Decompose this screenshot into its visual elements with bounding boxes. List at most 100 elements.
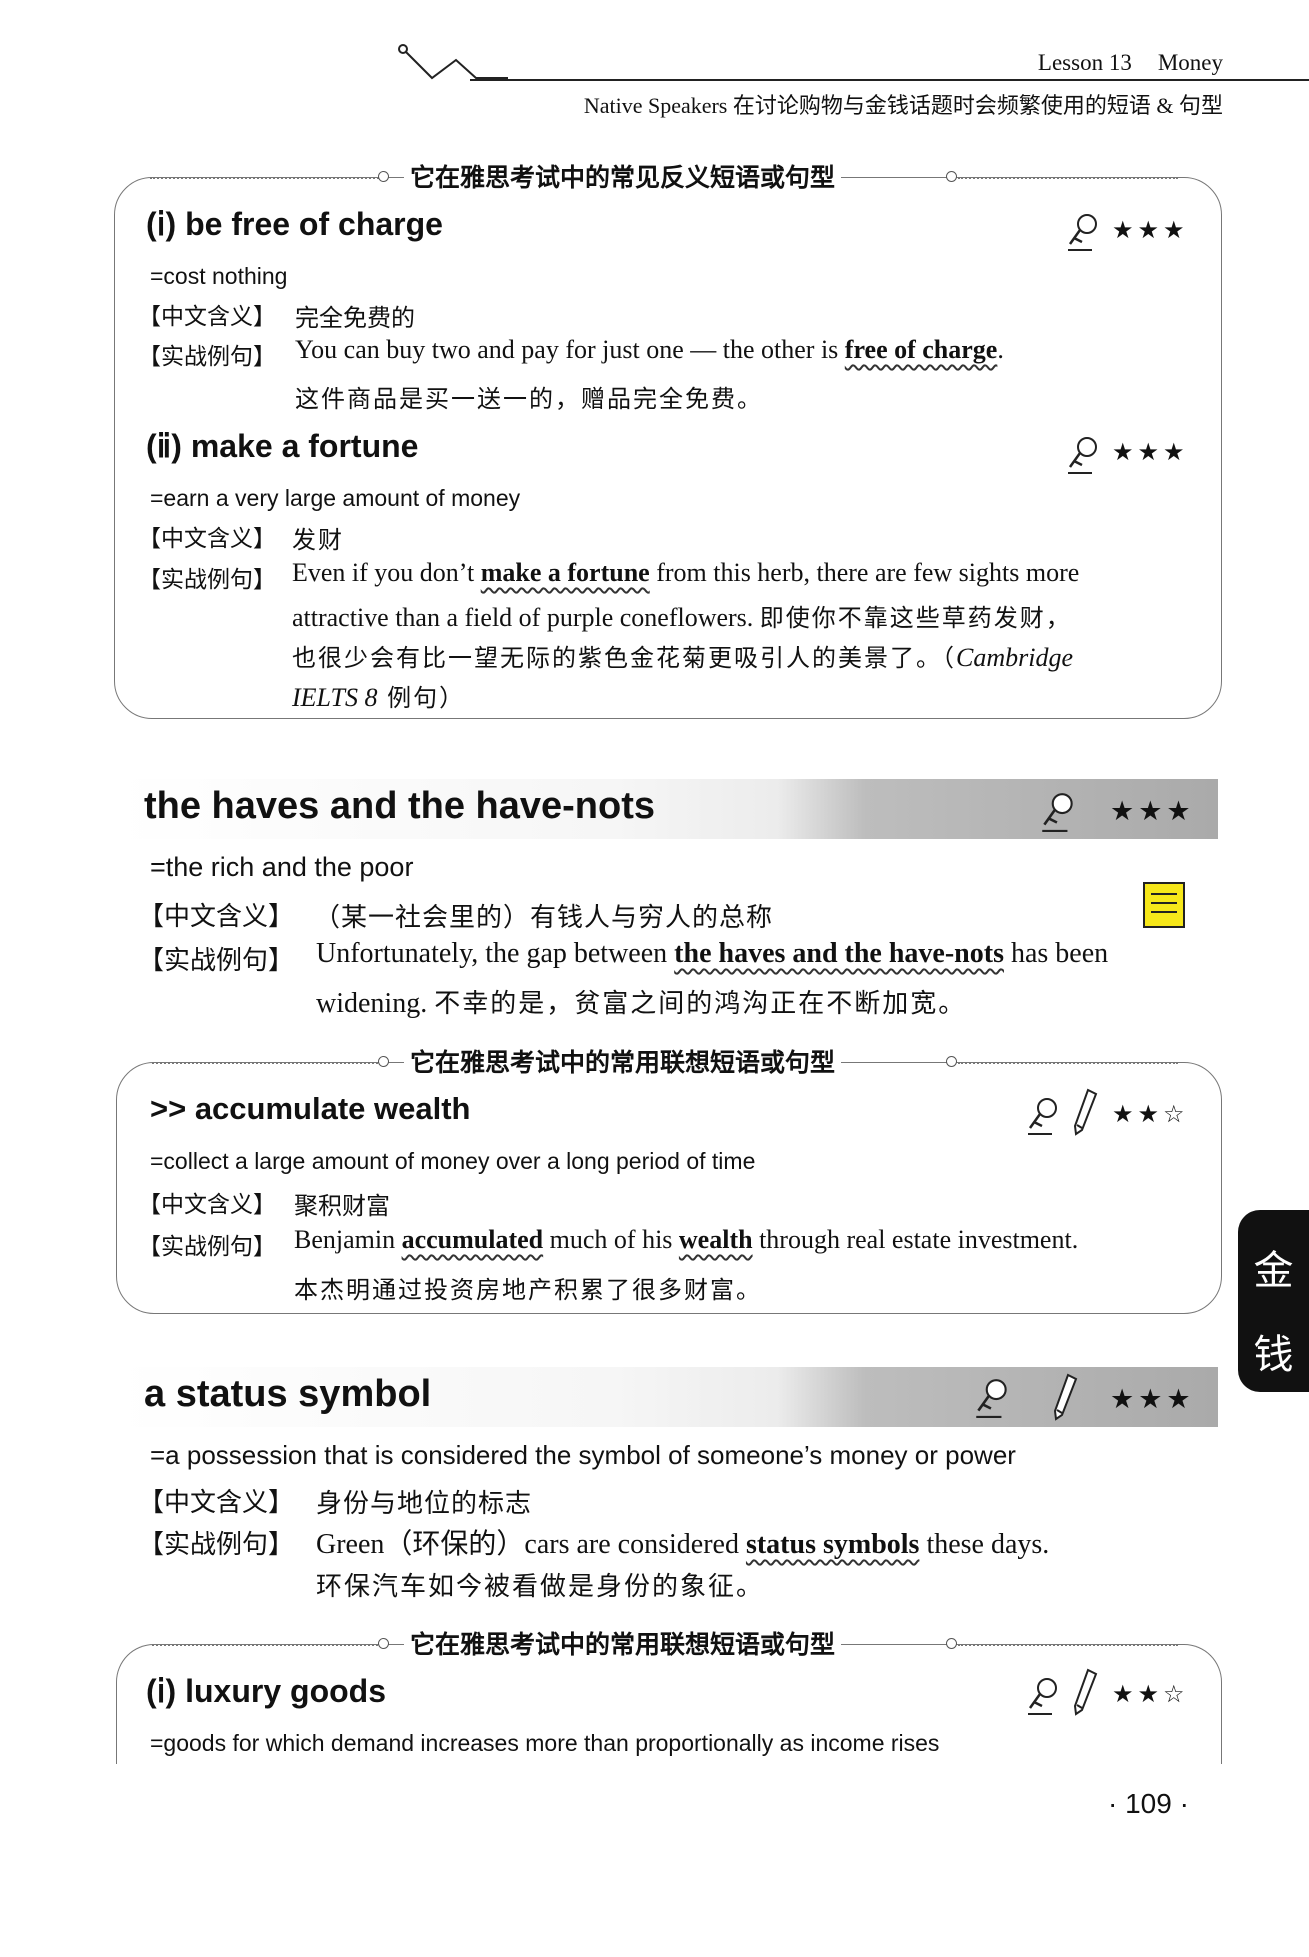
zh-meaning-label: 【中文含义】 xyxy=(138,304,276,330)
chapter-side-tab[interactable]: 金 钱 xyxy=(1238,1210,1309,1392)
box-title-dot-left xyxy=(378,1056,389,1067)
lesson-topic: Money xyxy=(1157,50,1223,75)
zh-meaning-label: 【中文含义】 xyxy=(138,902,295,932)
box-title-dotline-right xyxy=(958,1062,1178,1064)
example-text-end: has been xyxy=(1003,938,1109,969)
page-number: · 109 · xyxy=(1108,1788,1189,1819)
box-title-dot-right xyxy=(946,1056,957,1067)
example-sentence-line4: IELTS 8 例句） xyxy=(292,678,465,713)
zh-meaning: 聚积财富 xyxy=(294,1192,390,1220)
rating-stars: ★★★ xyxy=(1112,216,1189,244)
example-keyword: accumulated xyxy=(401,1225,544,1254)
example-sentence-line2: attractive than a field of purple conefl… xyxy=(292,598,1072,633)
zh-meaning-label: 【中文含义】 xyxy=(138,1192,276,1218)
lesson-label: Lesson 13 xyxy=(1037,50,1132,75)
example-label: 【实战例句】 xyxy=(138,1234,276,1260)
example-source: Cambridge xyxy=(956,643,1073,672)
association-box-title: 它在雅思考试中的常用联想短语或句型 xyxy=(404,1043,842,1079)
box-title-dot-left xyxy=(378,1638,389,1649)
example-label: 【实战例句】 xyxy=(138,1530,295,1560)
item-number: (ⅱ) xyxy=(146,428,182,464)
box-title-dotline-left xyxy=(152,1062,386,1064)
box-title-dotline-right xyxy=(958,177,1178,179)
pencil-icon xyxy=(1053,1373,1078,1421)
example-text: You can buy two and pay for just one — t… xyxy=(295,335,845,364)
box-title-dotline-right xyxy=(958,1644,1178,1646)
example-keyword: free of charge xyxy=(844,335,998,364)
example-keyword: make a fortune xyxy=(480,558,650,587)
zh-meaning: （某一社会里的）有钱人与穷人的总称 xyxy=(314,903,774,933)
example-text-end: . xyxy=(997,335,1004,364)
example-text-end: through real estate investment. xyxy=(752,1225,1079,1254)
header-rule xyxy=(470,79,1309,81)
zh-meaning: 身份与地位的标志 xyxy=(316,1489,533,1519)
header-subtitle: Native Speakers 在讨论购物与金钱话题时会频繁使用的短语 & 句型 xyxy=(583,93,1223,118)
definition: =earn a very large amount of money xyxy=(150,485,521,511)
item-number: (ⅰ) xyxy=(146,1673,177,1709)
rating-stars: ★★★ xyxy=(1110,796,1195,827)
term-make-a-fortune: (ⅱ) make a fortune xyxy=(146,427,418,465)
pencil-icon xyxy=(1073,1668,1098,1716)
term-text: be free of charge xyxy=(185,206,443,242)
example-keyword: wealth xyxy=(678,1225,753,1254)
microphone-icon xyxy=(1068,437,1097,474)
side-tab-char-1: 金 xyxy=(1253,1248,1294,1294)
example-label: 【实战例句】 xyxy=(138,344,276,370)
microphone-icon xyxy=(976,1379,1007,1418)
example-source: IELTS 8 xyxy=(292,683,378,712)
box-title-dot-right xyxy=(946,1638,957,1649)
antonym-box-title: 它在雅思考试中的常见反义短语或句型 xyxy=(404,158,842,194)
header-zigzag-ornament xyxy=(398,44,508,80)
example-source-note: 例句） xyxy=(377,684,466,712)
note-icon[interactable] xyxy=(1143,882,1185,928)
example-text: Green（环保的）cars are considered xyxy=(316,1529,746,1560)
microphone-icon xyxy=(1068,214,1097,251)
example-translation: 本杰明通过投资房地产积累了很多财富。 xyxy=(294,1276,762,1304)
example-text: much of his xyxy=(543,1225,679,1254)
zh-meaning: 完全免费的 xyxy=(295,304,415,332)
example-text: attractive than a field of purple conefl… xyxy=(292,603,760,632)
example-sentence-line1: Even if you don’t make a fortune from th… xyxy=(292,558,1079,588)
box-title-dotline-left xyxy=(150,177,386,179)
term-text: luxury goods xyxy=(185,1673,386,1709)
example-sentence-line3: 也很少会有比一望无际的紫色金花菊更吸引人的美景了。（Cambridge xyxy=(292,638,1073,673)
example-label: 【实战例句】 xyxy=(138,946,295,976)
term-text: make a fortune xyxy=(190,428,419,464)
zh-meaning-label: 【中文含义】 xyxy=(138,1488,295,1518)
example-sentence: Benjamin accumulated much of his wealth … xyxy=(294,1225,1078,1255)
definition: =a possession that is considered the sym… xyxy=(150,1440,1016,1470)
example-sentence: You can buy two and pay for just one — t… xyxy=(295,335,1004,365)
microphone-icon xyxy=(1028,1678,1057,1715)
microphone-icon xyxy=(1028,1098,1057,1135)
example-keyword: status symbols xyxy=(745,1529,920,1560)
example-sentence-line2: widening. 不幸的是，贫富之间的鸿沟正在不断加宽。 xyxy=(316,983,966,1020)
section-term: a status symbol xyxy=(144,1373,432,1415)
definition: =goods for which demand increases more t… xyxy=(150,1730,940,1756)
rating-stars: ★★☆ xyxy=(1112,1100,1189,1128)
definition: =cost nothing xyxy=(150,263,288,289)
item-number: (ⅰ) xyxy=(146,206,177,242)
example-translation: 环保汽车如今被看做是身份的象征。 xyxy=(316,1572,765,1602)
box-title-dot-left xyxy=(378,171,389,182)
rating-stars: ★★★ xyxy=(1110,1384,1195,1415)
association-box-2-title: 它在雅思考试中的常用联想短语或句型 xyxy=(404,1625,842,1661)
example-text-end: these days. xyxy=(919,1529,1050,1560)
example-sentence: Unfortunately, the gap between the haves… xyxy=(316,938,1108,970)
section-term: the haves and the have-nots xyxy=(144,785,656,827)
example-text: Unfortunately, the gap between xyxy=(316,938,675,969)
example-text: Even if you don’t xyxy=(292,558,481,587)
zh-meaning: 发财 xyxy=(292,526,344,554)
box-title-dot-right xyxy=(946,171,957,182)
rating-stars: ★★★ xyxy=(1112,438,1189,466)
example-text-end: from this herb, there are few sights mor… xyxy=(649,558,1080,587)
definition: =collect a large amount of money over a … xyxy=(150,1148,756,1174)
zh-meaning-label: 【中文含义】 xyxy=(138,526,276,552)
side-tab-char-2: 钱 xyxy=(1253,1332,1294,1378)
microphone-icon xyxy=(1042,793,1073,832)
term-luxury-goods: (ⅰ) luxury goods xyxy=(146,1672,386,1710)
example-text: Benjamin xyxy=(294,1225,402,1254)
example-text: widening. xyxy=(316,988,435,1019)
term-be-free-of-charge: (ⅰ) be free of charge xyxy=(146,205,443,243)
example-label: 【实战例句】 xyxy=(138,567,276,593)
example-sentence: Green（环保的）cars are considered status sym… xyxy=(316,1522,1049,1562)
